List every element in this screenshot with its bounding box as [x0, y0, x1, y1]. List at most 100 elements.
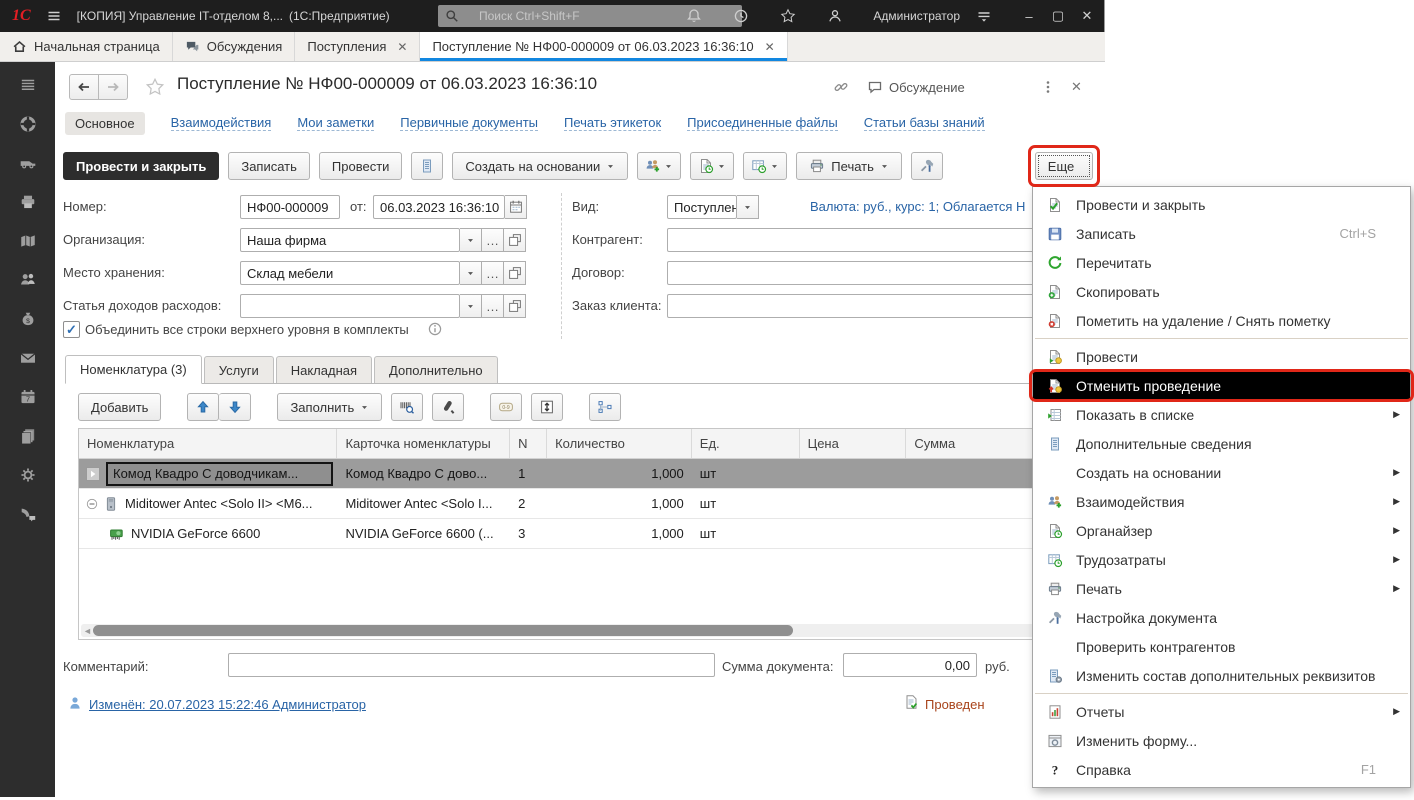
main-menu-icon[interactable]	[45, 8, 63, 24]
nav-link-7[interactable]: Статьи базы знаний	[864, 115, 985, 131]
menu-item[interactable]: Пометить на удаление / Снять пометку	[1033, 306, 1410, 335]
window-close-icon[interactable]: ✕	[1080, 8, 1094, 24]
menu-item[interactable]: Изменить форму...	[1033, 726, 1410, 755]
move-down-button[interactable]	[219, 393, 251, 421]
combine-rows-checkbox[interactable]: ✓	[63, 321, 80, 338]
nav-link-4[interactable]: Первичные документы	[400, 115, 538, 131]
get-link-icon[interactable]	[833, 79, 849, 95]
sidebar-item-printers[interactable]	[19, 193, 37, 211]
info-circle-icon[interactable]	[427, 321, 443, 337]
tab-2[interactable]: Обсуждения	[173, 32, 296, 61]
sidebar-item-vehicles[interactable]	[19, 154, 37, 172]
organization-open-icon[interactable]	[504, 228, 526, 252]
menu-item[interactable]: Проверить контрагентов	[1033, 632, 1410, 661]
number-field[interactable]: НФ00-000009	[240, 195, 340, 219]
create-based-on-button[interactable]: Создать на основании	[452, 152, 628, 180]
column-header[interactable]: Ед.	[692, 429, 800, 458]
storage-ellipsis-icon[interactable]: …	[482, 261, 504, 285]
menu-item[interactable]: Провести и закрыть	[1033, 190, 1410, 219]
table-row[interactable]: NVIDIA GeForce 6600NVIDIA GeForce 6600 (…	[79, 519, 1089, 549]
organization-dropdown-icon[interactable]	[460, 228, 482, 252]
sidebar-item-employees[interactable]	[19, 271, 37, 289]
column-header[interactable]: Карточка номенклатуры	[337, 429, 510, 458]
table-row[interactable]: Miditower Antec <Solo II> <M6...Miditowe…	[79, 489, 1089, 519]
date-field[interactable]: 06.03.2023 16:36:10	[373, 195, 505, 219]
horizontal-scrollbar[interactable]: ◄	[81, 624, 1087, 637]
back-arrow-icon[interactable]	[69, 74, 99, 100]
menu-item[interactable]: Отчеты▶	[1033, 697, 1410, 726]
tab-1[interactable]: Начальная страница	[0, 32, 173, 61]
organization-ellipsis-icon[interactable]: …	[482, 228, 504, 252]
column-header[interactable]: Количество	[547, 429, 692, 458]
kind-field[interactable]: Поступление (	[667, 195, 737, 219]
renumber-button[interactable]: 0-9	[490, 393, 522, 421]
section-tab-1[interactable]: Номенклатура (3)	[65, 355, 202, 384]
nav-link-3[interactable]: Мои заметки	[297, 115, 374, 131]
notifications-bell-icon[interactable]	[685, 8, 703, 24]
organizer-button[interactable]	[690, 152, 734, 180]
fill-button[interactable]: Заполнить	[277, 393, 382, 421]
row-height-button[interactable]	[531, 393, 563, 421]
minimize-icon[interactable]: –	[1022, 9, 1036, 24]
comment-field[interactable]	[228, 653, 715, 677]
menu-item[interactable]: Провести	[1033, 342, 1410, 371]
collapse-icon[interactable]	[85, 497, 99, 511]
additional-info-button[interactable]	[411, 152, 443, 180]
storage-open-icon[interactable]	[504, 261, 526, 285]
column-header[interactable]: Номенклатура	[79, 429, 337, 458]
sidebar-item-finance[interactable]: $	[19, 310, 37, 328]
history-icon[interactable]	[732, 8, 750, 24]
discussion-button[interactable]: Обсуждение	[867, 79, 965, 95]
scrollbar-thumb[interactable]	[93, 625, 793, 636]
more-options-kebab-icon[interactable]	[1040, 79, 1056, 95]
menu-item[interactable]: Взаимодействия▶	[1033, 487, 1410, 516]
column-header[interactable]: N	[510, 429, 547, 458]
post-and-close-button[interactable]: Провести и закрыть	[63, 152, 219, 180]
expense-ellipsis-icon[interactable]: …	[482, 294, 504, 318]
storage-dropdown-icon[interactable]	[460, 261, 482, 285]
menu-item[interactable]: ?СправкаF1	[1033, 755, 1410, 784]
tab-3[interactable]: Поступления✕	[295, 32, 420, 61]
scanner-button[interactable]	[432, 393, 464, 421]
more-button[interactable]: Еще	[1035, 152, 1093, 180]
tab-close-icon[interactable]: ✕	[765, 40, 775, 54]
organization-field[interactable]: Наша фирма	[240, 228, 460, 252]
menu-item[interactable]: Скопировать	[1033, 277, 1410, 306]
menu-item[interactable]: Отменить проведение	[1033, 371, 1410, 400]
interactions-button[interactable]	[637, 152, 681, 180]
menu-item[interactable]: Создать на основании▶	[1033, 458, 1410, 487]
sidebar-item-map[interactable]	[19, 232, 37, 250]
nav-link-5[interactable]: Печать этикеток	[564, 115, 661, 131]
add-row-button[interactable]: Добавить	[78, 393, 161, 421]
move-up-button[interactable]	[187, 393, 219, 421]
nav-link-1[interactable]: Основное	[65, 112, 145, 135]
service-menu-icon[interactable]	[975, 8, 993, 24]
nav-link-2[interactable]: Взаимодействия	[171, 115, 272, 131]
menu-item[interactable]: Органайзер▶	[1033, 516, 1410, 545]
expense-dropdown-icon[interactable]	[460, 294, 482, 318]
sidebar-item-phone[interactable]	[19, 505, 37, 523]
section-tab-3[interactable]: Накладная	[276, 356, 372, 383]
section-tab-2[interactable]: Услуги	[204, 356, 274, 383]
column-header[interactable]: Цена	[800, 429, 907, 458]
sidebar-item-sections[interactable]	[19, 115, 37, 133]
menu-item[interactable]: Настройка документа	[1033, 603, 1410, 632]
maximize-icon[interactable]: ▢	[1051, 8, 1065, 24]
storage-field[interactable]: Склад мебели	[240, 261, 460, 285]
menu-item[interactable]: Дополнительные сведения	[1033, 429, 1410, 458]
timesheet-button[interactable]	[743, 152, 787, 180]
scroll-left-icon[interactable]: ◄	[83, 626, 92, 636]
calendar-icon[interactable]	[505, 195, 527, 219]
menu-item[interactable]: ЗаписатьCtrl+S	[1033, 219, 1410, 248]
sidebar-item-documents[interactable]	[19, 427, 37, 445]
form-close-icon[interactable]: ✕	[1071, 79, 1082, 95]
forward-arrow-icon[interactable]	[99, 74, 128, 100]
nav-link-6[interactable]: Присоединенные файлы	[687, 115, 838, 131]
expand-icon[interactable]	[85, 466, 101, 482]
sidebar-item-menu[interactable]	[19, 76, 37, 94]
tab-4[interactable]: Поступление № НФ00-000009 от 06.03.2023 …	[420, 32, 787, 61]
print-button[interactable]: Печать	[796, 152, 902, 180]
kind-dropdown-icon[interactable]	[737, 195, 759, 219]
tree-view-button[interactable]	[589, 393, 621, 421]
favorites-star-icon[interactable]	[779, 8, 797, 24]
